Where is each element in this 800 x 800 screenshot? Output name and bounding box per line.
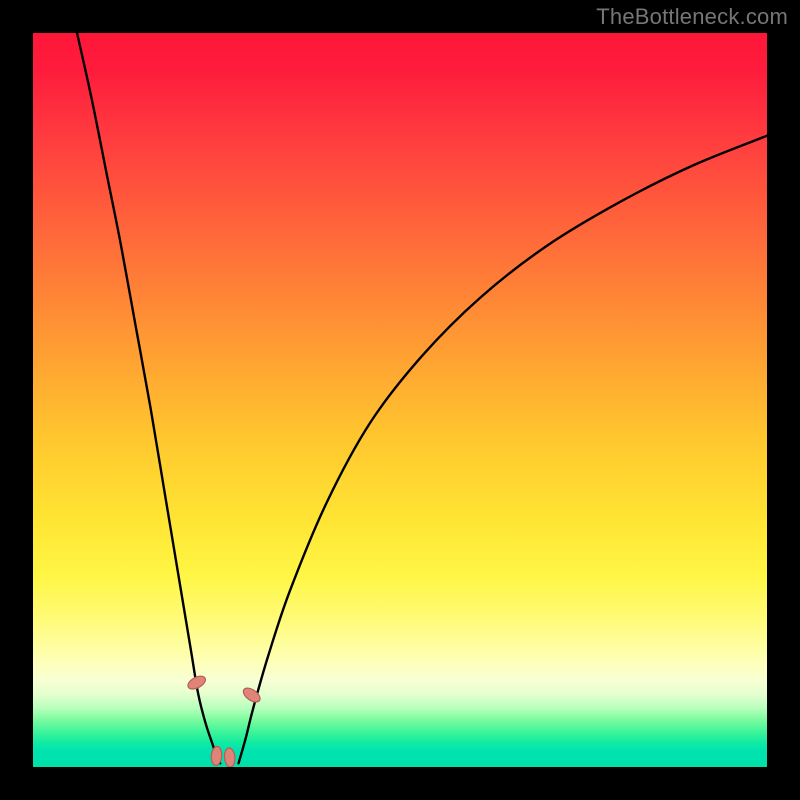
curves-svg (33, 33, 767, 767)
chart-container: TheBottleneck.com (0, 0, 800, 800)
left-curve-path (77, 33, 220, 763)
right-curve-path (239, 136, 767, 764)
data-marker (224, 748, 236, 767)
plot-area (33, 33, 767, 767)
watermark-text: TheBottleneck.com (596, 4, 788, 30)
